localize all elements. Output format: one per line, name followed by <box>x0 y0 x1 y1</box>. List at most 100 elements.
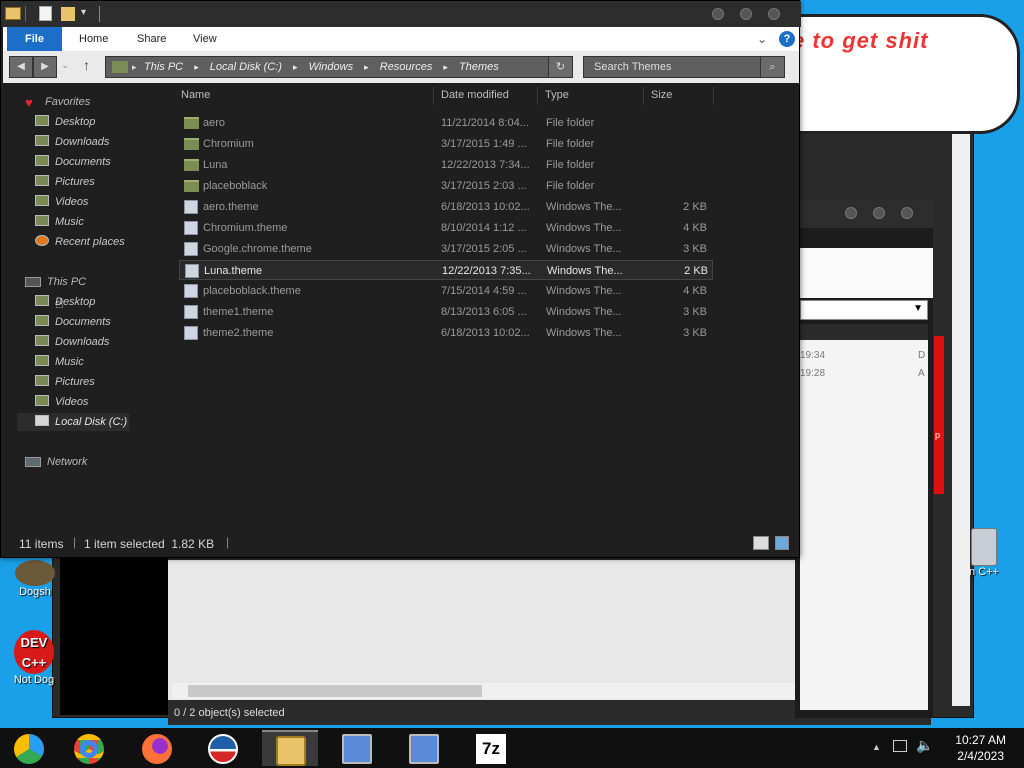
taskbar-app-active[interactable] <box>262 730 318 766</box>
scrollbar-thumb[interactable] <box>188 685 482 697</box>
file-name: Luna.theme <box>204 265 263 277</box>
taskbar-app[interactable] <box>60 730 116 766</box>
file-row[interactable]: Google.chrome.theme 3/17/2015 2:05 ... Win… <box>179 239 713 259</box>
nav-label: Pictures <box>55 376 95 388</box>
search-icon[interactable]: ⌕ <box>760 57 784 77</box>
file-row[interactable]: theme2.theme 6/18/2013 10:02... Windows Th… <box>179 323 713 343</box>
back-button[interactable]: ◀ <box>9 56 33 78</box>
close-icon[interactable] <box>901 207 913 219</box>
large-icons-view-icon[interactable] <box>775 536 789 550</box>
clock[interactable]: 10:27 AM 2/4/2023 <box>955 732 1006 764</box>
folder-icon <box>5 7 21 20</box>
new-folder-icon[interactable] <box>61 7 75 21</box>
taskbar-app[interactable] <box>0 730 56 766</box>
nav-this-pc[interactable]: This PC <box>25 273 86 291</box>
forward-button[interactable]: ▶ <box>33 56 57 78</box>
column-separator[interactable] <box>433 87 434 105</box>
file-row[interactable]: placeboblack.theme 7/15/2014 4:59 ... Wind… <box>179 281 713 301</box>
nav-pc-desktop[interactable]: Desktop <box>35 293 95 311</box>
nav-fav-pictures[interactable]: Pictures <box>35 173 95 191</box>
file-name: Chromium.theme <box>203 222 288 234</box>
dialog-dropdown[interactable]: ▼ <box>800 300 928 320</box>
nav-fav-downloads[interactable]: Downloads <box>35 133 109 151</box>
file-row[interactable]: Chromium.theme 8/10/2014 1:12 ... Windows … <box>179 218 713 238</box>
maximize-icon[interactable] <box>740 8 752 20</box>
help-icon[interactable]: ? <box>779 31 795 47</box>
nav-pc-pictures[interactable]: Pictures <box>35 373 95 391</box>
file-row[interactable]: Luna.theme 12/22/2013 7:35... Windows The.… <box>179 260 713 280</box>
nav-network[interactable]: Network <box>25 453 87 471</box>
column-header-type[interactable]: Type <box>545 89 569 101</box>
column-separator[interactable] <box>713 87 714 105</box>
breadcrumb-resources[interactable]: Resources <box>380 61 433 73</box>
status-separator: | <box>73 535 77 549</box>
file-size: 2 KB <box>684 265 708 277</box>
file-row[interactable]: Chromium 3/17/2015 1:49 ... File folder <box>179 134 713 154</box>
file-row[interactable]: placeboblack 3/17/2015 2:03 ... File folde… <box>179 176 713 196</box>
taskbar-app[interactable] <box>328 730 384 766</box>
taskbar-app[interactable]: 7z <box>462 730 518 766</box>
taskbar-app[interactable] <box>128 730 184 766</box>
tab-view[interactable]: View <box>179 27 231 51</box>
tab-file[interactable]: File <box>7 27 62 51</box>
breadcrumb-themes[interactable]: Themes <box>459 61 499 73</box>
desktop-icon-recycle-bin[interactable]: n C++ <box>954 528 1014 578</box>
properties-icon[interactable] <box>39 6 52 21</box>
address-bar[interactable]: ▸ This PC ▸ Local Disk (C:) ▸ Windows ▸ … <box>105 56 573 78</box>
column-separator[interactable] <box>643 87 644 105</box>
downloads-icon <box>35 335 49 346</box>
nav-pc-music[interactable]: Music <box>35 353 84 371</box>
mouse-cursor-hand-icon: ☝ <box>55 295 64 311</box>
documents-icon <box>35 315 49 326</box>
chevron-right-icon: ▸ <box>194 62 199 72</box>
refresh-icon[interactable]: ↻ <box>548 57 572 77</box>
file-row[interactable]: aero 11/21/2014 8:04... File folder <box>179 113 713 133</box>
recent-locations-icon[interactable]: ⌄ <box>61 60 69 71</box>
nav-fav-desktop[interactable]: Desktop <box>35 113 95 131</box>
recent-places-icon <box>35 235 49 246</box>
nav-pc-downloads[interactable]: Downloads <box>35 333 109 351</box>
details-view-icon[interactable] <box>753 536 769 550</box>
nav-pc-documents[interactable]: Documents <box>35 313 111 331</box>
breadcrumb-this-pc[interactable]: This PC <box>144 61 183 73</box>
show-hidden-icons-icon[interactable]: ▲ <box>872 742 881 752</box>
search-input[interactable]: Search Themes ⌕ <box>583 56 785 78</box>
title-bar[interactable]: ▾ <box>1 1 801 27</box>
nav-favorites[interactable]: ♥ Favorites <box>25 93 90 111</box>
volume-icon[interactable]: 🔈 <box>916 737 933 754</box>
taskbar-app[interactable] <box>395 730 451 766</box>
file-row[interactable]: aero.theme 6/18/2013 10:02... Windows The.… <box>179 197 713 217</box>
desktop-icon-dogs[interactable]: Dogsh <box>5 560 65 598</box>
column-header-date[interactable]: Date modified <box>441 89 509 101</box>
close-icon[interactable] <box>768 8 780 20</box>
background-vertical-scrollbar[interactable] <box>952 78 970 706</box>
minimize-icon[interactable] <box>845 207 857 219</box>
column-header-size[interactable]: Size <box>651 89 672 101</box>
quick-access-dropdown-icon[interactable]: ▾ <box>81 7 86 18</box>
ribbon-expand-icon[interactable]: ⌄ <box>757 32 767 46</box>
breadcrumb-windows[interactable]: Windows <box>309 61 354 73</box>
theme-file-icon <box>184 242 198 256</box>
up-arrow-icon[interactable]: ↑ <box>83 57 90 73</box>
tab-home[interactable]: Home <box>65 27 122 51</box>
file-row[interactable]: theme1.theme 8/13/2013 6:05 ... Windows Th… <box>179 302 713 322</box>
nav-fav-videos[interactable]: Videos <box>35 193 88 211</box>
column-header-name[interactable]: Name <box>181 89 210 101</box>
maximize-icon[interactable] <box>873 207 885 219</box>
folder-icon <box>184 180 199 192</box>
network-tray-icon[interactable] <box>893 740 907 752</box>
nav-fav-documents[interactable]: Documents <box>35 153 111 171</box>
nav-pc-videos[interactable]: Videos <box>35 393 88 411</box>
desktop-icon-devcpp[interactable]: DEV C++ Not Dog <box>4 630 64 686</box>
nav-label: Music <box>55 216 84 228</box>
breadcrumb-local-disk[interactable]: Local Disk (C:) <box>210 61 282 73</box>
nav-pc-local-disk[interactable]: Local Disk (C:) <box>17 413 129 431</box>
nav-fav-recent-places[interactable]: Recent places <box>35 233 125 251</box>
tab-share[interactable]: Share <box>123 27 180 51</box>
nav-fav-music[interactable]: Music <box>35 213 84 231</box>
obama-logo-icon <box>208 734 238 764</box>
file-row[interactable]: Luna 12/22/2013 7:34... File folder <box>179 155 713 175</box>
minimize-icon[interactable] <box>712 8 724 20</box>
column-separator[interactable] <box>537 87 538 105</box>
taskbar-app[interactable] <box>194 730 250 766</box>
